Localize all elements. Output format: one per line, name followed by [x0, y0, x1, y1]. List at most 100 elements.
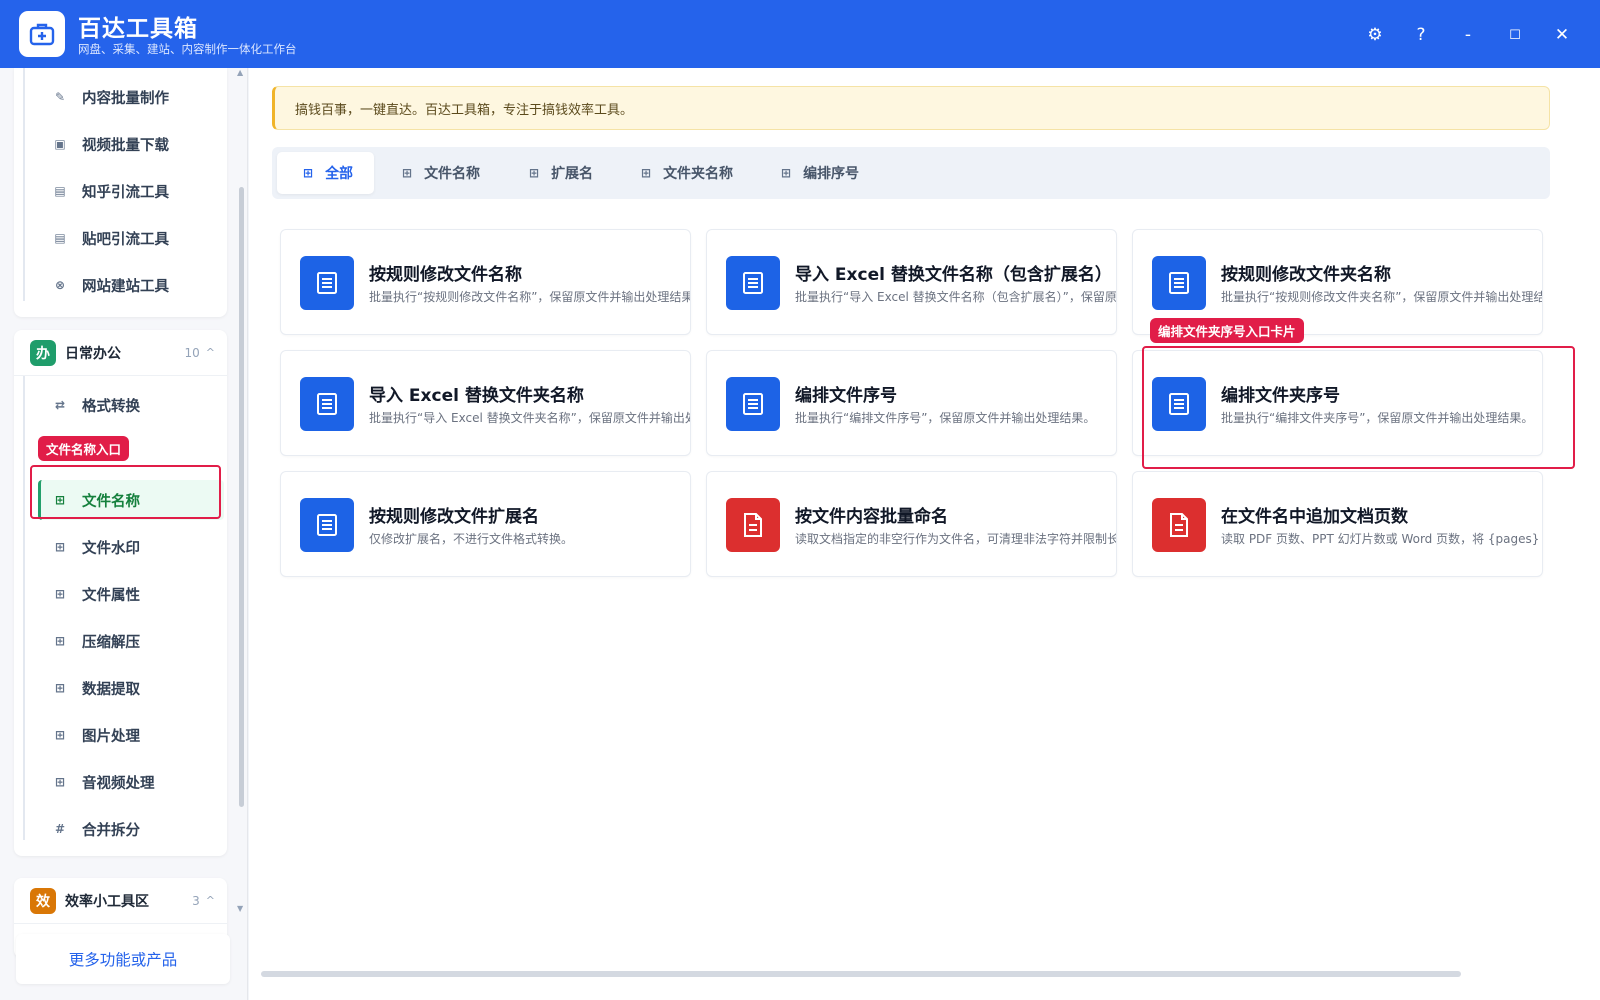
sidebar-item-compress[interactable]: ⊞ 压缩解压 [38, 621, 224, 661]
grid-icon: ⊞ [529, 166, 540, 180]
tool-card-rename-files-by-rule[interactable]: 按规则修改文件名称 批量执行“按规则修改文件名称”，保留原文件并输出处理结果。 [280, 229, 691, 335]
close-button[interactable]: ✕ [1547, 20, 1577, 50]
grid-icon: ⊞ [54, 681, 66, 695]
group-name: 效率小工具区 [65, 893, 149, 910]
sidebar-item-label: 网站建站工具 [82, 278, 169, 295]
tool-card-name-by-content[interactable]: 按文件内容批量命名 读取文档指定的非空行作为文件名，可清理非法字符并限制长度； [706, 471, 1117, 577]
sidebar-item-file-watermark[interactable]: ⊞ 文件水印 [38, 527, 224, 567]
group-count: 10 [184, 345, 200, 360]
sidebar-item-video-download[interactable]: ▣ 视频批量下载 [38, 124, 224, 164]
sidebar-item-label: 贴吧引流工具 [82, 231, 169, 248]
card-description: 读取 PDF 页数、PPT 幻灯片数或 Word 页数，将 {pages} 写入… [1221, 532, 1542, 546]
tree-line [23, 376, 25, 840]
sidebar-item-content-batch[interactable]: ✎ 内容批量制作 [38, 77, 224, 117]
grid-icon: ⊞ [54, 540, 66, 554]
tab-label: 文件夹名称 [663, 166, 734, 182]
help-icon[interactable]: ? [1406, 20, 1436, 50]
sidebar-item-zhihu[interactable]: ▤ 知乎引流工具 [38, 171, 224, 211]
card-title: 在文件名中追加文档页数 [1221, 507, 1408, 527]
tool-card-number-files[interactable]: 编排文件序号 批量执行“编排文件序号”，保留原文件并输出处理结果。 [706, 350, 1117, 456]
sidebar-group-office: 办 日常办公 10 ^ ⇄ 格式转换 ⊞ 文件名称 ⊞ 文件水印 ⊞ 文件属性 … [14, 330, 227, 856]
tab-label: 文件名称 [424, 166, 481, 182]
chevron-up-icon: ^ [205, 894, 215, 907]
sidebar-item-label: 压缩解压 [82, 634, 140, 651]
file-text-icon [726, 498, 780, 552]
document-icon [300, 256, 354, 310]
group-header-office[interactable]: 办 日常办公 10 ^ [14, 330, 227, 376]
zhihu-icon: ▤ [54, 184, 66, 198]
tab-extension[interactable]: ⊞ 扩展名 [529, 152, 593, 194]
tab-label: 扩展名 [551, 166, 594, 182]
title-bar: 百达工具箱 网盘、采集、建站、内容制作一体化工作台 ⚙ ? - ☐ ✕ [0, 0, 1600, 68]
sidebar-item-label: 知乎引流工具 [82, 184, 169, 201]
document-icon [300, 498, 354, 552]
sidebar-item-data-extract[interactable]: ⊞ 数据提取 [38, 668, 224, 708]
sidebar-item-label: 文件属性 [82, 587, 140, 604]
maximize-button[interactable]: ☐ [1500, 20, 1530, 50]
globe-icon: ⊗ [54, 278, 66, 292]
sidebar-item-label: 格式转换 [82, 398, 140, 415]
sidebar-item-tieba[interactable]: ▤ 贴吧引流工具 [38, 218, 224, 258]
card-description: 批量执行“导入 Excel 替换文件夹名称”，保留原文件并输出处理结 [369, 411, 691, 425]
card-description: 批量执行“编排文件序号”，保留原文件并输出处理结果。 [795, 411, 1096, 425]
tab-all[interactable]: ⊞ 全部 [277, 152, 374, 194]
group-badge: 效 [30, 887, 56, 914]
highlight-folder-seq-card [1142, 346, 1575, 469]
grid-icon: ⊞ [54, 775, 66, 789]
group-header-efficiency[interactable]: 效 效率小工具区 3 ^ [14, 878, 227, 924]
hash-icon: # [54, 822, 66, 836]
sidebar-item-label: 合并拆分 [82, 822, 140, 839]
grid-icon: ⊞ [781, 166, 792, 180]
group-badge: 办 [30, 339, 56, 366]
sidebar-item-label: 音视频处理 [82, 775, 155, 792]
sidebar-item-image-process[interactable]: ⊞ 图片处理 [38, 715, 224, 755]
sidebar-tools-panel: ✎ 内容批量制作 ▣ 视频批量下载 ▤ 知乎引流工具 ▤ 贴吧引流工具 ⊗ 网站… [14, 68, 227, 317]
card-description: 仅修改扩展名，不进行文件格式转换。 [369, 532, 574, 546]
notice-banner: 搞钱百事，一键直达。百达工具箱，专注于搞钱效率工具。 [272, 86, 1550, 130]
app-subtitle: 网盘、采集、建站、内容制作一体化工作台 [78, 42, 297, 56]
tree-line [23, 68, 25, 301]
tab-label: 编排序号 [803, 166, 860, 182]
card-title: 按规则修改文件夹名称 [1221, 265, 1391, 285]
grid-icon: ⊞ [402, 166, 413, 180]
card-title: 按文件内容批量命名 [795, 507, 948, 527]
sidebar-item-website[interactable]: ⊗ 网站建站工具 [38, 265, 224, 305]
tool-card-change-extension[interactable]: 按规则修改文件扩展名 仅修改扩展名，不进行文件格式转换。 [280, 471, 691, 577]
grid-icon: ⊞ [54, 634, 66, 648]
scroll-down-arrow-icon[interactable]: ▼ [237, 904, 243, 913]
group-count: 3 [192, 893, 200, 908]
tieba-icon: ▤ [54, 231, 66, 245]
grid-icon: ⊞ [303, 166, 314, 180]
sidebar-item-label: 视频批量下载 [82, 137, 169, 154]
horizontal-scrollbar[interactable] [261, 971, 1461, 977]
sidebar-item-label: 图片处理 [82, 728, 140, 745]
sidebar-item-merge-split[interactable]: # 合并拆分 [38, 809, 224, 849]
grid-icon: ⊞ [54, 728, 66, 742]
tool-card-excel-replace-file-names[interactable]: 导入 Excel 替换文件名称（包含扩展名） 批量执行“导入 Excel 替换文… [706, 229, 1117, 335]
sidebar-item-label: 文件水印 [82, 540, 140, 557]
tab-numbering[interactable]: ⊞ 编排序号 [781, 152, 859, 194]
settings-icon[interactable]: ⚙ [1360, 20, 1390, 50]
tab-label: 全部 [325, 166, 354, 182]
card-title: 导入 Excel 替换文件夹名称 [369, 386, 584, 406]
card-description: 批量执行“按规则修改文件夹名称”，保留原文件并输出处理结果。 [1221, 290, 1543, 304]
tab-folder-name[interactable]: ⊞ 文件夹名称 [641, 152, 733, 194]
sidebar-item-format-convert[interactable]: ⇄ 格式转换 [38, 385, 224, 425]
group-name: 日常办公 [65, 345, 121, 362]
sidebar-scrollbar[interactable] [239, 187, 244, 807]
chevron-up-icon: ^ [205, 346, 215, 359]
minimize-button[interactable]: - [1453, 20, 1483, 50]
sidebar-item-file-attributes[interactable]: ⊞ 文件属性 [38, 574, 224, 614]
document-icon [726, 377, 780, 431]
file-text-icon [1152, 498, 1206, 552]
sidebar-item-av-process[interactable]: ⊞ 音视频处理 [38, 762, 224, 802]
more-features-button[interactable]: 更多功能或产品 [16, 934, 230, 984]
annotation-file-name-entry: 文件名称入口 [38, 436, 130, 461]
scroll-up-arrow-icon[interactable]: ▲ [237, 68, 243, 77]
tool-card-append-page-count[interactable]: 在文件名中追加文档页数 读取 PDF 页数、PPT 幻灯片数或 Word 页数，… [1132, 471, 1543, 577]
tool-card-excel-replace-folder-names[interactable]: 导入 Excel 替换文件夹名称 批量执行“导入 Excel 替换文件夹名称”，… [280, 350, 691, 456]
highlight-file-name-entry [30, 465, 221, 519]
card-description: 批量执行“导入 Excel 替换文件名称（包含扩展名）”，保留原文件 [795, 290, 1117, 304]
tab-file-name[interactable]: ⊞ 文件名称 [402, 152, 480, 194]
toolbox-logo-icon [19, 11, 65, 57]
